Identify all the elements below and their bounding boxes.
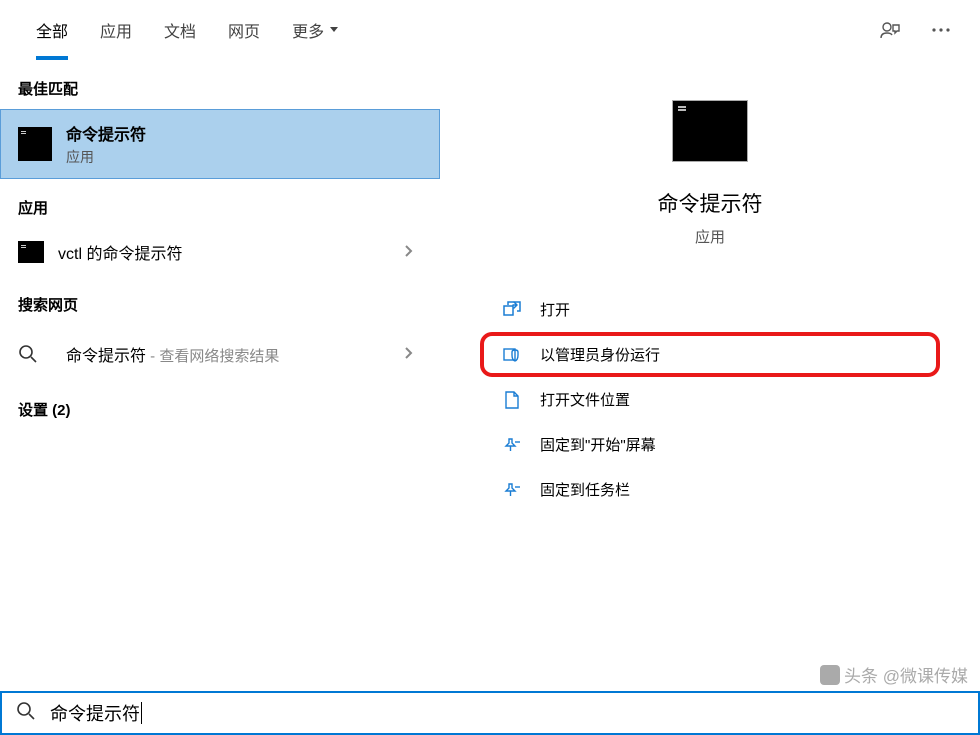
action-open-location[interactable]: 打开文件位置	[480, 377, 940, 422]
admin-icon	[502, 345, 522, 365]
action-label: 打开	[540, 299, 570, 320]
result-web-query: 命令提示符	[66, 348, 146, 365]
result-title: vctl 的命令提示符	[58, 240, 404, 264]
result-vctl[interactable]: vctl 的命令提示符	[0, 228, 440, 276]
tab-more[interactable]: 更多	[276, 0, 354, 60]
search-icon	[16, 701, 36, 726]
open-icon	[502, 300, 522, 320]
feedback-icon[interactable]	[880, 20, 902, 40]
section-apps: 应用	[0, 179, 440, 228]
action-pin-start[interactable]: 固定到"开始"屏幕	[480, 422, 940, 467]
preview-title: 命令提示符	[658, 188, 763, 218]
watermark-logo-icon	[820, 665, 840, 685]
more-icon[interactable]	[932, 28, 950, 32]
action-list: 打开 以管理员身份运行 打开文件位置	[440, 287, 980, 512]
chevron-right-icon	[404, 346, 414, 363]
action-label: 固定到"开始"屏幕	[540, 434, 656, 455]
search-query: 命令提示符	[50, 700, 140, 726]
search-icon	[18, 337, 52, 371]
tab-docs[interactable]: 文档	[148, 0, 212, 60]
action-open[interactable]: 打开	[480, 287, 940, 332]
section-best-match: 最佳匹配	[0, 60, 440, 109]
search-bar[interactable]: 命令提示符	[0, 691, 980, 735]
tab-all[interactable]: 全部	[20, 0, 84, 60]
action-label: 以管理员身份运行	[540, 344, 660, 365]
result-cmd[interactable]: 命令提示符 应用	[0, 109, 440, 179]
preview-subtitle: 应用	[695, 226, 725, 247]
watermark: 头条 @微课传媒	[820, 662, 968, 687]
result-title: 命令提示符	[66, 121, 422, 145]
pin-icon	[502, 480, 522, 500]
result-web-search[interactable]: 命令提示符 - 查看网络搜索结果	[0, 325, 440, 383]
search-tabs: 全部 应用 文档 网页 更多	[0, 0, 980, 60]
cmd-icon	[18, 127, 52, 161]
tab-web[interactable]: 网页	[212, 0, 276, 60]
action-label: 固定到任务栏	[540, 479, 630, 500]
result-subtitle: 应用	[66, 147, 422, 167]
pin-icon	[502, 435, 522, 455]
text-cursor	[141, 702, 142, 724]
chevron-right-icon	[404, 244, 414, 261]
action-run-admin[interactable]: 以管理员身份运行	[480, 332, 940, 377]
cmd-icon	[18, 241, 44, 263]
results-panel: 最佳匹配 命令提示符 应用 应用 vctl 的命令提示符 搜索网页	[0, 60, 440, 690]
action-label: 打开文件位置	[540, 389, 630, 410]
section-settings[interactable]: 设置 (2)	[0, 383, 440, 436]
preview-app-icon	[672, 100, 748, 162]
result-web-hint: - 查看网络搜索结果	[146, 348, 279, 365]
preview-panel: 命令提示符 应用 打开 以管理员身份运行	[440, 60, 980, 690]
folder-icon	[502, 390, 522, 410]
action-pin-taskbar[interactable]: 固定到任务栏	[480, 467, 940, 512]
section-search-web: 搜索网页	[0, 276, 440, 325]
tab-apps[interactable]: 应用	[84, 0, 148, 60]
chevron-down-icon	[330, 27, 338, 32]
